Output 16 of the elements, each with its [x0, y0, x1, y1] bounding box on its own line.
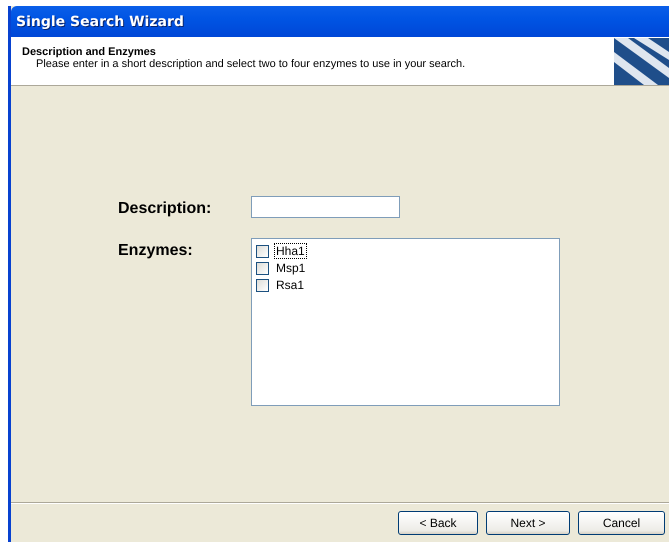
window-title: Single Search Wizard — [16, 14, 184, 30]
wizard-button[interactable]: < Back — [398, 511, 478, 535]
enzyme-name[interactable]: Hha1 — [274, 243, 307, 259]
page-subtitle: Please enter in a short description and select two to four enzymes to use in your search. — [35, 58, 466, 70]
page-title: Description and Enzymes — [22, 46, 157, 58]
checkbox[interactable] — [256, 262, 269, 274]
wizard-button[interactable]: Cancel — [578, 511, 665, 535]
checkbox[interactable] — [256, 244, 269, 258]
field-label: Enzymes: — [118, 241, 194, 261]
checkbox[interactable] — [256, 278, 269, 292]
field-label: Description: — [118, 199, 212, 218]
wizard-button[interactable]: Next > — [486, 511, 570, 535]
stripes-logo-icon — [614, 38, 669, 85]
enzyme-name[interactable]: Rsa1 — [274, 277, 306, 293]
enzyme-name[interactable]: Msp1 — [274, 260, 308, 276]
description-field[interactable] — [251, 196, 400, 218]
